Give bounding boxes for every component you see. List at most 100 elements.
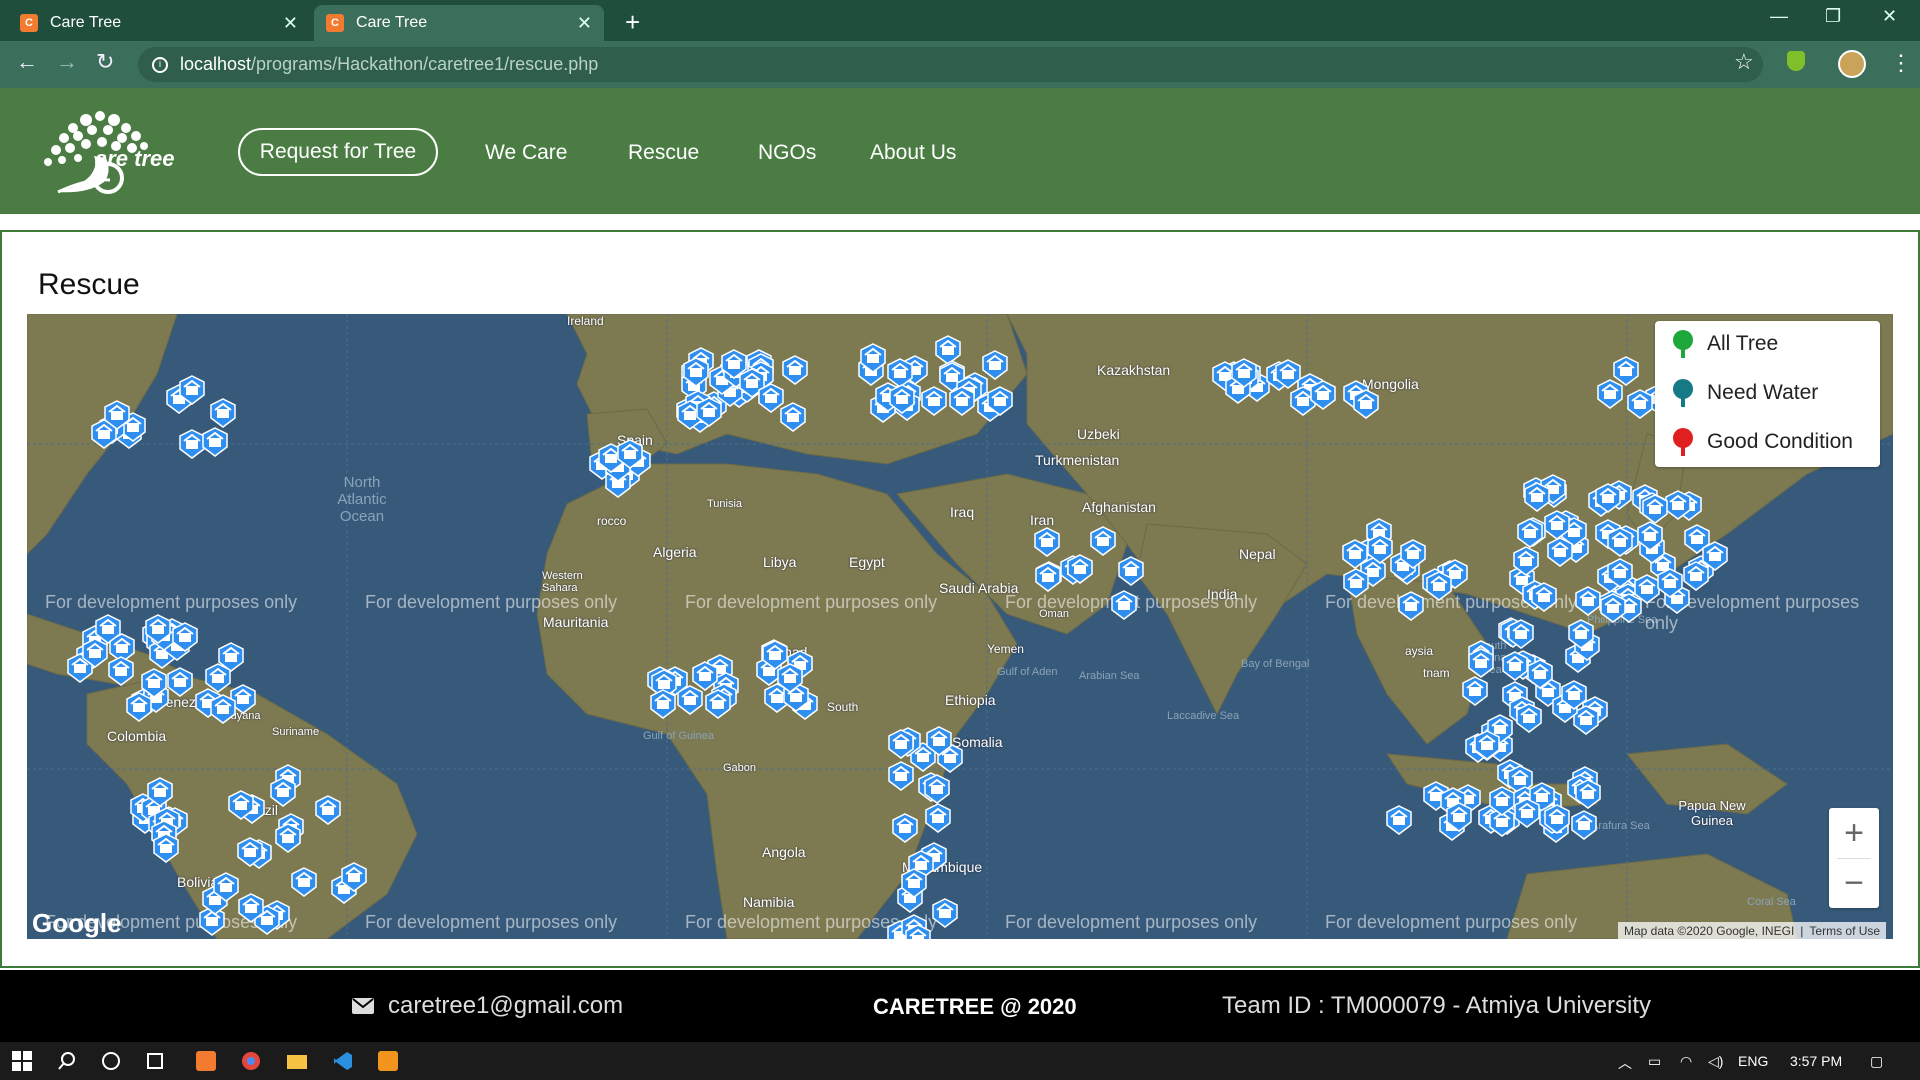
marker-icon[interactable] [1514, 797, 1541, 828]
marker-icon[interactable] [1657, 568, 1683, 598]
close-window-icon[interactable]: ✕ [1882, 6, 1897, 27]
task-view-icon[interactable] [145, 1051, 165, 1071]
forward-icon[interactable]: → [56, 49, 78, 75]
marker-icon[interactable] [146, 777, 173, 807]
marker-icon[interactable] [104, 400, 130, 430]
windows-start-icon[interactable] [12, 1051, 32, 1071]
marker-icon[interactable] [904, 923, 931, 939]
marker-icon[interactable] [1231, 358, 1257, 389]
marker-icon[interactable] [1367, 534, 1393, 565]
marker-icon[interactable] [924, 773, 951, 804]
marker-icon[interactable] [758, 383, 784, 414]
marker-icon[interactable] [172, 622, 199, 652]
marker-icon[interactable] [270, 777, 296, 807]
marker-icon[interactable] [1489, 785, 1516, 816]
cortana-icon[interactable] [101, 1051, 121, 1071]
marker-icon[interactable] [314, 795, 341, 825]
volume-icon[interactable]: ◁) [1708, 1053, 1723, 1070]
chrome-icon[interactable] [241, 1051, 261, 1071]
marker-icon[interactable] [108, 655, 134, 686]
marker-icon[interactable] [1446, 802, 1472, 833]
marker-icon[interactable] [1397, 590, 1424, 621]
marker-icon[interactable] [1343, 567, 1369, 598]
marker-icon[interactable] [1523, 482, 1550, 513]
marker-icon[interactable] [925, 803, 951, 834]
marker-icon[interactable] [1626, 389, 1653, 419]
marker-icon[interactable] [889, 383, 915, 414]
nav-ngos[interactable]: NGOs [758, 141, 816, 165]
legend-item-all-tree[interactable]: All Tree [1669, 329, 1778, 359]
vscode-icon[interactable] [333, 1051, 353, 1071]
marker-icon[interactable] [205, 663, 232, 694]
marker-icon[interactable] [704, 689, 731, 720]
tray-chevron-icon[interactable]: ︿ [1618, 1053, 1632, 1073]
marker-icon[interactable] [1352, 389, 1379, 419]
back-icon[interactable]: ← [16, 49, 38, 75]
notifications-icon[interactable]: ▢ [1870, 1053, 1883, 1070]
marker-icon[interactable] [1527, 658, 1553, 689]
marker-icon[interactable] [1606, 558, 1633, 589]
xampp-icon[interactable] [196, 1051, 216, 1071]
marker-icon[interactable] [1634, 573, 1660, 604]
language-indicator[interactable]: ENG [1738, 1053, 1768, 1069]
menu-icon[interactable]: ⋮ [1890, 50, 1912, 76]
marker-icon[interactable] [1575, 778, 1601, 809]
footer-email[interactable]: caretree1@gmail.com [352, 992, 623, 1020]
marker-icon[interactable] [949, 386, 976, 417]
marker-icon[interactable] [227, 790, 254, 820]
marker-icon[interactable] [1502, 651, 1528, 682]
marker-icon[interactable] [692, 661, 718, 691]
legend-item-need-water[interactable]: Need Water [1669, 378, 1818, 408]
marker-icon[interactable] [888, 760, 914, 791]
world-map[interactable]: Kazakhstan Mongolia Spain Uzbeki Turkmen… [27, 314, 1893, 939]
marker-icon[interactable] [1275, 359, 1301, 389]
marker-icon[interactable] [140, 667, 167, 698]
wifi-icon[interactable]: ◠ [1680, 1053, 1692, 1070]
marker-icon[interactable] [178, 375, 205, 406]
marker-icon[interactable] [237, 836, 264, 867]
zoom-in-button[interactable]: + [1829, 808, 1879, 858]
marker-icon[interactable] [721, 349, 747, 380]
marker-icon[interactable] [290, 867, 317, 898]
marker-icon[interactable] [1034, 527, 1060, 557]
marker-icon[interactable] [1595, 483, 1621, 513]
marker-icon[interactable] [1516, 702, 1543, 733]
marker-icon[interactable] [1118, 556, 1144, 587]
marker-icon[interactable] [152, 833, 179, 864]
reload-icon[interactable]: ↻ [96, 49, 114, 75]
file-explorer-icon[interactable] [287, 1051, 307, 1071]
marker-icon[interactable] [1474, 729, 1501, 760]
marker-icon[interactable] [1544, 510, 1571, 541]
terms-link[interactable]: Terms of Use [1809, 924, 1880, 938]
search-icon[interactable] [57, 1051, 77, 1071]
close-tab-icon[interactable]: ✕ [577, 13, 592, 34]
marker-icon[interactable] [1067, 554, 1094, 585]
marker-icon[interactable] [1426, 571, 1452, 601]
marker-icon[interactable] [1531, 582, 1557, 612]
marker-icon[interactable] [1385, 805, 1412, 836]
marker-icon[interactable] [274, 823, 301, 853]
marker-icon[interactable] [1342, 539, 1368, 570]
close-tab-icon[interactable]: ✕ [283, 13, 298, 34]
nav-we-care[interactable]: We Care [485, 141, 567, 165]
marker-icon[interactable] [1090, 525, 1116, 556]
marker-icon[interactable] [649, 689, 676, 719]
marker-icon[interactable] [1400, 538, 1426, 569]
marker-icon[interactable] [202, 427, 228, 458]
marker-icon[interactable] [777, 663, 803, 693]
battery-icon[interactable]: ▭ [1648, 1053, 1661, 1070]
marker-icon[interactable] [95, 614, 122, 645]
marker-icon[interactable] [695, 397, 722, 427]
marker-icon[interactable] [1461, 676, 1488, 707]
url-bar[interactable]: i localhost /programs/Hackathon/caretree… [138, 47, 1763, 82]
marker-icon[interactable] [1309, 380, 1336, 411]
marker-icon[interactable] [1567, 618, 1594, 649]
sublime-icon[interactable] [378, 1051, 398, 1071]
info-icon[interactable]: i [152, 56, 168, 73]
marker-icon[interactable] [1544, 804, 1570, 834]
marker-icon[interactable] [926, 725, 952, 756]
marker-icon[interactable] [1035, 562, 1061, 593]
marker-icon[interactable] [1607, 527, 1634, 558]
marker-icon[interactable] [1642, 494, 1669, 525]
marker-icon[interactable] [987, 385, 1013, 416]
